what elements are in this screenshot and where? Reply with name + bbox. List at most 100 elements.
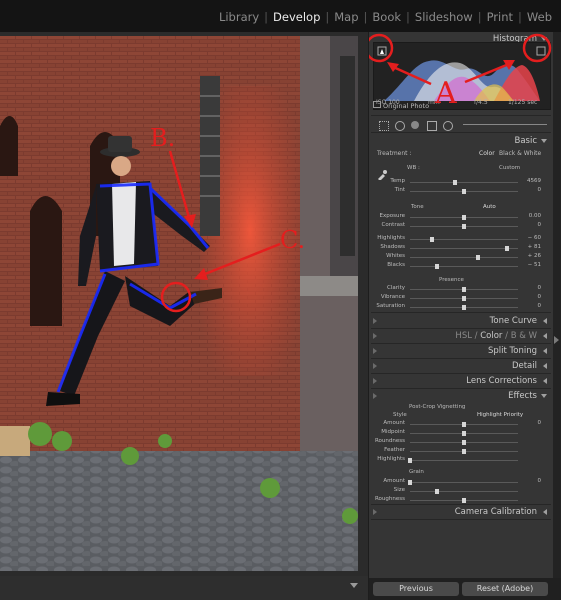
auto-tone-button[interactable]: Auto [483,204,496,210]
exposure-value[interactable]: 0.00 [519,213,541,219]
vignette-amount-slider[interactable] [410,422,518,427]
detail-header[interactable]: Detail [369,359,553,373]
arrowhead-a-left [387,62,399,72]
blacks-value[interactable]: − 51 [519,262,541,268]
divider [371,519,551,520]
module-book[interactable]: Book [367,10,406,24]
shadows-slider-handle[interactable] [505,246,510,251]
vignette-roundness-slider[interactable] [410,440,518,445]
module-print[interactable]: Print [482,10,518,24]
radial-filter-icon[interactable] [443,121,453,131]
treatment-color[interactable]: Color [479,150,495,157]
highlights-slider-handle[interactable] [429,237,434,242]
tint-slider[interactable] [410,189,518,194]
module-map[interactable]: Map [329,10,363,24]
grain-roughness-slider[interactable] [410,498,518,503]
toolbar-menu-icon[interactable] [350,583,358,588]
vignette-amount-value[interactable]: 0 [519,420,542,426]
panel-switch-icon [373,393,377,399]
vignette-feather-label: Feather [384,447,405,453]
grain-amount-value[interactable]: 0 [519,478,542,484]
vignette-feather-slider[interactable] [410,449,518,454]
eyedropper-icon[interactable] [377,165,387,181]
spot-removal-icon[interactable] [395,121,405,131]
tone-curve-header[interactable]: Tone Curve [369,314,553,328]
module-web[interactable]: Web [522,10,557,24]
hsl-header[interactable]: HSL / Color / B & W [369,329,553,343]
grain-size-slider-handle[interactable] [435,489,439,494]
vignette-midpoint-slider[interactable] [410,431,518,436]
adjustment-brush-icon[interactable] [463,124,547,125]
color-tab[interactable]: Color [480,331,502,341]
exposure-slider-handle[interactable] [462,215,466,220]
previous-button[interactable]: Previous [373,582,459,596]
hsl-tab[interactable]: HSL [455,331,472,341]
contrast-value[interactable]: 0 [519,222,542,228]
expand-icon [543,333,547,339]
tint-slider-handle[interactable] [462,189,466,194]
split-toning-header[interactable]: Split Toning [369,344,553,358]
whites-slider[interactable] [410,255,518,260]
saturation-slider[interactable] [410,305,518,310]
wb-label: WB : [407,165,420,171]
temp-value[interactable]: 4569 [519,178,541,184]
grain-size-slider[interactable] [410,489,518,494]
module-develop[interactable]: Develop [268,10,325,24]
tint-value[interactable]: 0 [519,187,542,193]
contrast-slider[interactable] [410,224,518,229]
bw-tab[interactable]: B & W [511,331,537,341]
reset-button[interactable]: Reset (Adobe) [462,582,548,596]
module-slideshow[interactable]: Slideshow [410,10,478,24]
shadows-slider[interactable] [410,246,518,251]
clarity-slider-handle[interactable] [462,287,466,292]
vignette-midpoint-slider-handle[interactable] [462,431,466,436]
vignette-roundness-slider-handle[interactable] [462,440,466,445]
temp-slider[interactable] [410,180,518,185]
detail-title: Detail [511,361,537,371]
camera-calibration-header[interactable]: Camera Calibration [369,505,553,519]
wb-select[interactable]: Custom [499,165,520,171]
vibrance-slider[interactable] [410,296,518,301]
effects-header[interactable]: Effects [369,389,553,403]
red-eye-icon[interactable] [411,121,419,129]
saturation-label: Saturation [376,303,405,309]
whites-value[interactable]: + 26 [519,253,541,259]
temp-slider-row: Temp 4569 [369,178,553,186]
vibrance-slider-handle[interactable] [462,296,466,301]
vignette-amount-slider-handle[interactable] [462,422,466,427]
saturation-value[interactable]: 0 [519,303,542,309]
lens-corrections-header[interactable]: Lens Corrections [369,374,553,388]
vignette-highlights-slider-handle[interactable] [408,458,412,463]
panel-toggle-icon[interactable] [554,336,559,344]
contrast-slider-row: Contrast 0 [369,222,553,230]
crop-tool-icon[interactable] [379,121,389,131]
vibrance-value[interactable]: 0 [519,294,542,300]
treatment-label: Treatment : [377,150,412,157]
temp-slider-handle[interactable] [453,180,458,185]
clarity-value[interactable]: 0 [519,285,542,291]
exposure-slider[interactable] [410,215,518,220]
clarity-slider-row: Clarity 0 [369,285,553,293]
grain-amount-slider-handle[interactable] [408,480,412,485]
clarity-slider[interactable] [410,287,518,292]
highlights-value[interactable]: − 60 [519,235,541,241]
vignette-highlights-slider[interactable] [408,458,518,463]
whites-slider-handle[interactable] [476,255,481,260]
style-select[interactable]: Highlight Priority [477,412,523,418]
grain-roughness-slider-handle[interactable] [462,498,466,503]
blacks-slider[interactable] [410,264,518,269]
graduated-filter-icon[interactable] [427,121,437,131]
shadows-value[interactable]: + 81 [519,244,541,250]
blacks-slider-handle[interactable] [435,264,439,269]
contrast-slider-handle[interactable] [462,224,466,229]
treatment-bw[interactable]: Black & White [499,150,541,157]
module-library[interactable]: Library [214,10,264,24]
grain-amount-slider[interactable] [408,480,518,485]
panel-switch-icon [373,363,377,369]
highlights-slider[interactable] [410,237,518,242]
collapse-icon [541,139,547,143]
saturation-slider-handle[interactable] [462,305,466,310]
vignette-feather-slider-handle[interactable] [462,449,466,454]
photo-preview[interactable]: B. C. [0,36,358,571]
basic-header[interactable]: Basic [369,134,553,148]
